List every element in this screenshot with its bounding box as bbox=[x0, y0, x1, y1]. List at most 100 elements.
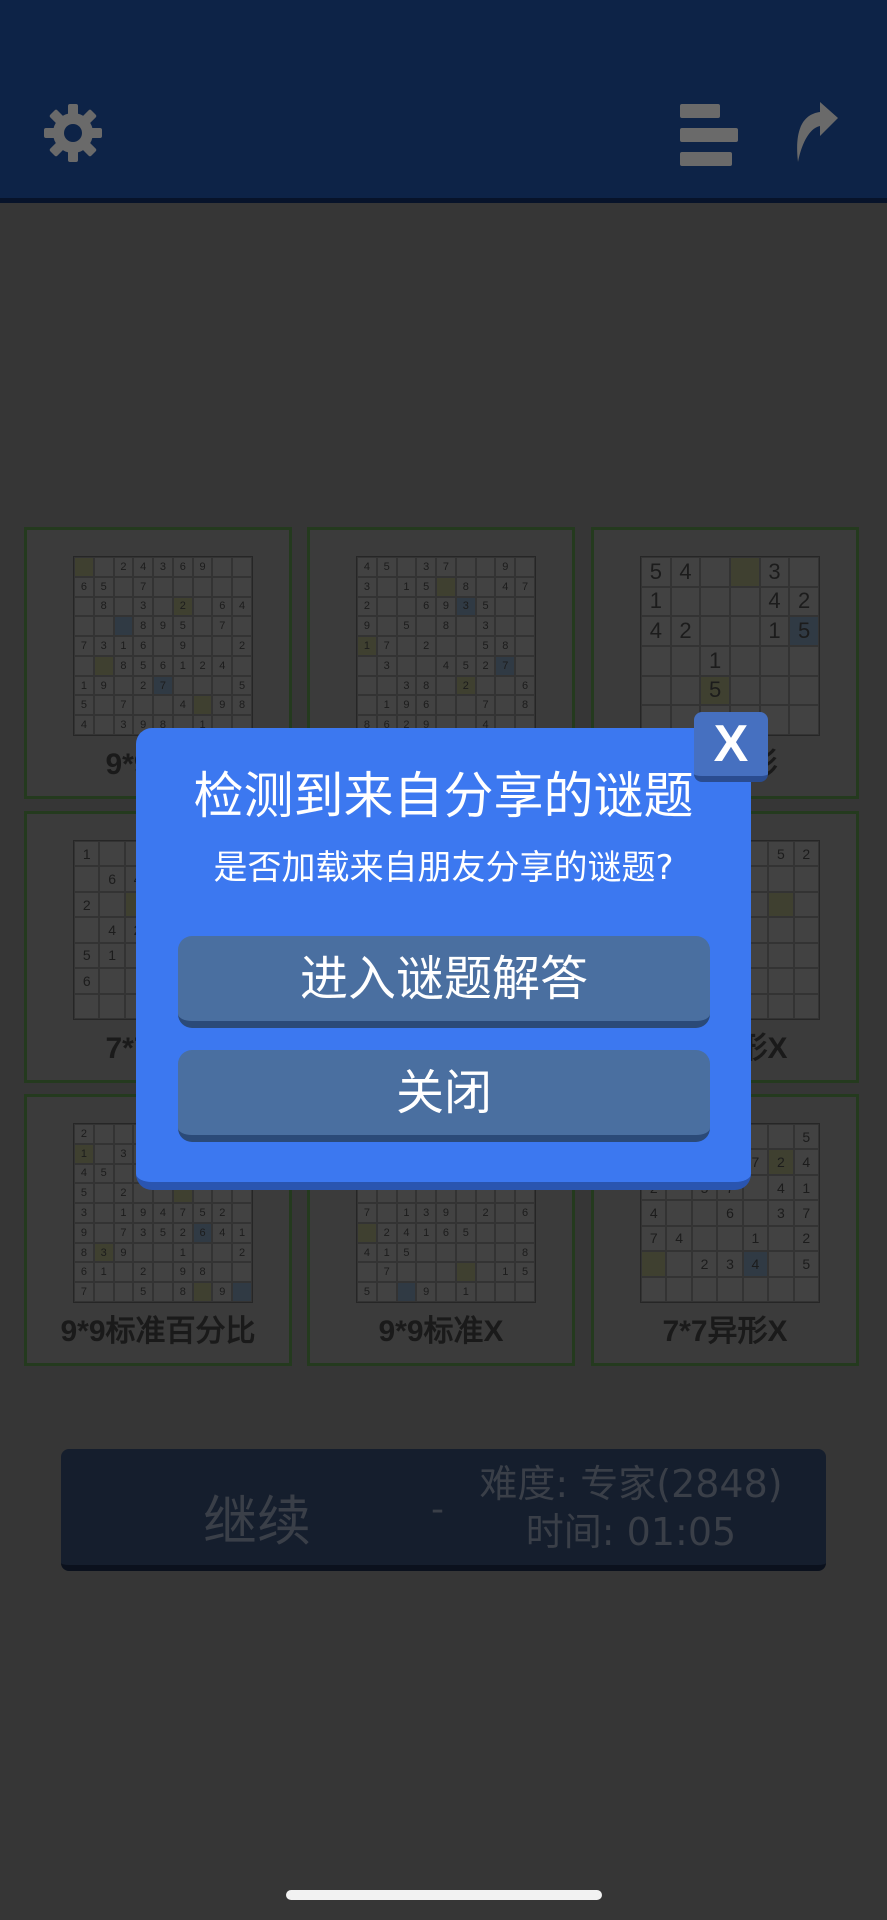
mini-cell: 1 bbox=[93, 1262, 114, 1283]
mini-cell bbox=[232, 1203, 252, 1223]
close-x-icon[interactable]: X bbox=[694, 712, 768, 782]
mini-cell: 3 bbox=[717, 1251, 743, 1277]
mini-cell bbox=[475, 675, 496, 696]
continue-button[interactable]: 继续 - 难度: 专家(2848) 时间: 01:05 bbox=[61, 1449, 826, 1571]
mini-cell: 4 bbox=[357, 1242, 377, 1263]
mini-cell: 5 bbox=[793, 1251, 819, 1277]
mini-grid: 4537931584726935958317258345273826196788… bbox=[356, 556, 536, 736]
dialog-message: 是否加载来自朋友分享的谜题? bbox=[213, 848, 674, 888]
mini-cell: 5 bbox=[768, 841, 794, 867]
mini-cell: 1 bbox=[357, 636, 377, 656]
mini-cell: 5 bbox=[396, 616, 417, 637]
mini-cell: 9 bbox=[436, 1203, 456, 1223]
mini-cell: 8 bbox=[515, 695, 535, 716]
mini-cell: 6 bbox=[74, 968, 100, 994]
mini-cell bbox=[396, 557, 417, 577]
mini-cell bbox=[93, 1282, 114, 1302]
mini-cell: 2 bbox=[172, 596, 193, 617]
enter-puzzle-button[interactable]: 进入谜题解答 bbox=[178, 936, 710, 1028]
mini-cell: 7 bbox=[212, 616, 233, 637]
mini-cell bbox=[515, 557, 535, 577]
mini-cell bbox=[357, 655, 377, 676]
mini-cell: 1 bbox=[641, 586, 671, 617]
mini-cell bbox=[113, 1163, 134, 1184]
mini-cell bbox=[74, 557, 94, 577]
mini-cell bbox=[74, 655, 94, 676]
mini-cell bbox=[113, 616, 134, 637]
mini-cell: 5 bbox=[416, 576, 437, 597]
mini-cell bbox=[416, 1262, 437, 1283]
mini-cell: 3 bbox=[416, 557, 437, 577]
mini-cell: 5 bbox=[133, 1282, 154, 1302]
mini-cell bbox=[495, 616, 516, 637]
mini-cell: 4 bbox=[436, 655, 456, 676]
mini-cell bbox=[475, 1262, 496, 1283]
mini-cell bbox=[357, 1222, 377, 1243]
mini-cell: 3 bbox=[768, 1200, 794, 1226]
mini-cell bbox=[113, 675, 134, 696]
mini-cell: 9 bbox=[357, 616, 377, 637]
mini-cell bbox=[113, 1282, 134, 1302]
mini-cell: 5 bbox=[475, 636, 496, 656]
mini-cell bbox=[670, 645, 701, 676]
mini-cell: 9 bbox=[416, 1282, 437, 1302]
mini-cell bbox=[396, 1262, 417, 1283]
mini-cell: 8 bbox=[515, 1242, 535, 1263]
mini-cell: 5 bbox=[74, 942, 100, 969]
mini-cell: 2 bbox=[113, 557, 134, 577]
mini-cell bbox=[768, 891, 794, 918]
mini-cell bbox=[357, 1262, 377, 1283]
mini-cell bbox=[768, 968, 794, 994]
mini-cell: 3 bbox=[113, 715, 134, 735]
mini-cell: 2 bbox=[691, 1251, 718, 1277]
mini-cell: 6 bbox=[515, 675, 535, 696]
mini-cell bbox=[376, 576, 397, 597]
mini-cell bbox=[133, 1242, 154, 1263]
mini-cell bbox=[700, 557, 730, 587]
mini-cell: 8 bbox=[455, 576, 476, 597]
mini-cell bbox=[515, 655, 535, 676]
top-bar bbox=[0, 0, 887, 203]
mini-cell: 1 bbox=[376, 695, 397, 716]
mini-cell: 6 bbox=[74, 1262, 94, 1283]
mini-cell bbox=[455, 1242, 476, 1263]
mini-cell bbox=[192, 675, 213, 696]
home-indicator bbox=[286, 1890, 602, 1900]
mini-cell bbox=[172, 576, 193, 597]
mini-cell bbox=[153, 576, 173, 597]
mini-cell: 2 bbox=[475, 655, 496, 676]
mini-cell: 1 bbox=[74, 675, 94, 696]
mini-cell bbox=[495, 1222, 516, 1243]
mini-cell: 7 bbox=[153, 675, 173, 696]
mini-cell bbox=[74, 917, 100, 943]
mini-cell bbox=[495, 675, 516, 696]
mini-cell bbox=[232, 557, 252, 577]
mini-cell bbox=[133, 695, 154, 716]
share-arrow-icon[interactable] bbox=[790, 100, 846, 172]
mini-cell bbox=[700, 616, 730, 646]
bar-list-icon[interactable] bbox=[676, 100, 742, 174]
mini-cell: 9 bbox=[436, 596, 456, 617]
mini-cell: 6 bbox=[172, 557, 193, 577]
mini-cell bbox=[376, 596, 397, 617]
mini-cell bbox=[768, 942, 794, 969]
gear-icon[interactable] bbox=[40, 100, 106, 170]
mini-cell: 2 bbox=[376, 1222, 397, 1243]
mini-cell: 1 bbox=[232, 1222, 252, 1243]
mini-cell: 3 bbox=[416, 1203, 437, 1223]
mini-cell bbox=[759, 645, 790, 676]
mini-cell: 2 bbox=[172, 1222, 193, 1243]
mini-cell bbox=[192, 1282, 213, 1302]
close-button[interactable]: 关闭 bbox=[178, 1050, 710, 1142]
puzzle-tile-label: 7*7异形X bbox=[662, 1315, 788, 1348]
mini-cell bbox=[666, 1276, 692, 1302]
mini-cell: 9 bbox=[172, 1262, 193, 1283]
mini-cell: 4 bbox=[793, 1149, 819, 1175]
mini-cell bbox=[74, 616, 94, 637]
puzzle-thumbnail: 2436965783264895773169285612419275574984… bbox=[73, 556, 253, 736]
mini-cell: 7 bbox=[495, 655, 516, 676]
mini-cell bbox=[436, 1242, 456, 1263]
mini-cell bbox=[768, 1225, 794, 1252]
mini-cell: 3 bbox=[153, 557, 173, 577]
mini-cell: 1 bbox=[376, 1242, 397, 1263]
